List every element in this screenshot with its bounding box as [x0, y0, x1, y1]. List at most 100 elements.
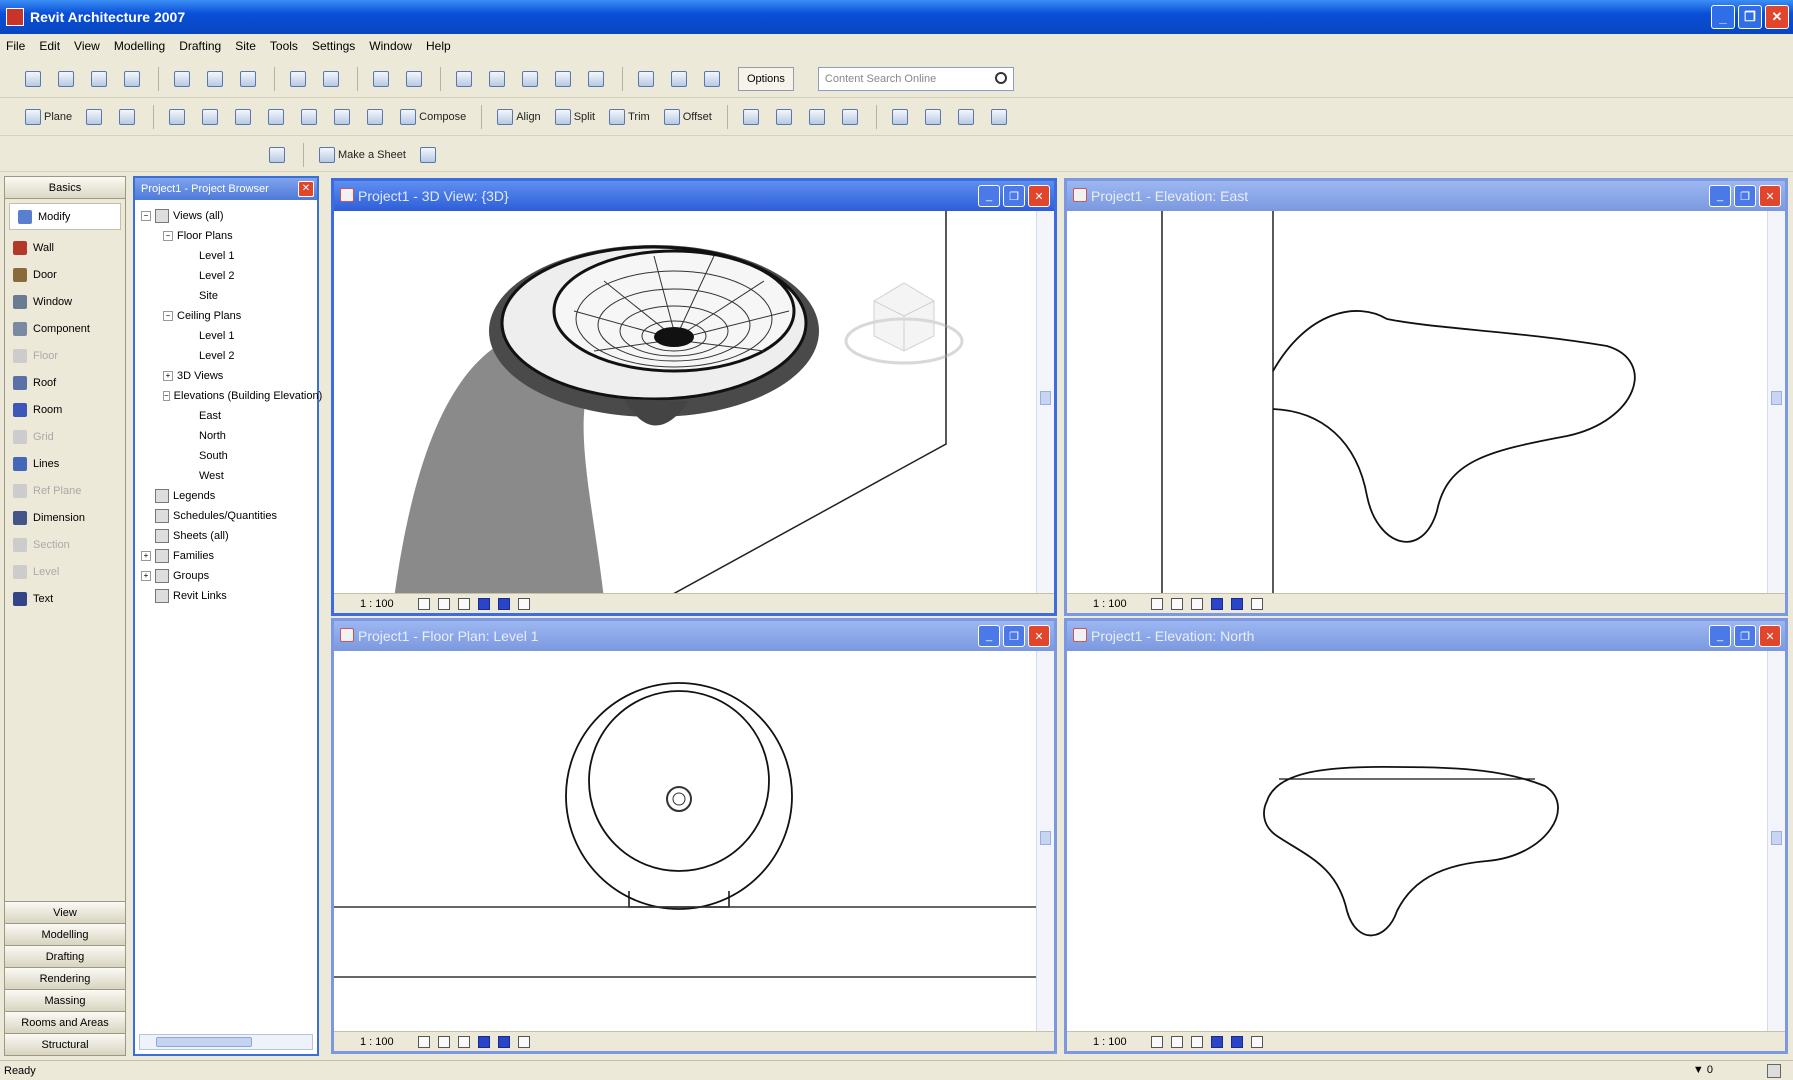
- close-view-button[interactable]: ✕: [1759, 185, 1781, 207]
- resize-icon[interactable]: [362, 104, 391, 130]
- tree-item[interactable]: Schedules/Quantities: [141, 506, 317, 526]
- model-graphics-icon[interactable]: [437, 1035, 450, 1048]
- render-icon[interactable]: [550, 66, 579, 92]
- tree-item[interactable]: Sheets (all): [141, 526, 317, 546]
- offset-button[interactable]: Offset: [659, 104, 717, 130]
- menu-site[interactable]: Site: [235, 39, 256, 53]
- detail-level-icon[interactable]: [1150, 597, 1163, 610]
- minimize-view-button[interactable]: _: [1709, 185, 1731, 207]
- revit-app-icon[interactable]: [6, 8, 24, 26]
- unpin-icon[interactable]: [920, 104, 949, 130]
- design-bar-item-dimension[interactable]: Dimension: [5, 504, 125, 531]
- editing-requests-icon[interactable]: [699, 66, 728, 92]
- minimize-button[interactable]: _: [1711, 5, 1735, 29]
- vertical-scrollbar[interactable]: [1767, 211, 1785, 593]
- design-bar-tab-structural[interactable]: Structural: [5, 1033, 125, 1055]
- tag-icon[interactable]: [401, 66, 430, 92]
- split-button[interactable]: Split: [550, 104, 600, 130]
- tree-item[interactable]: South: [141, 446, 317, 466]
- menu-settings[interactable]: Settings: [312, 39, 355, 53]
- undo-icon[interactable]: [285, 66, 314, 92]
- compose-button[interactable]: Compose: [395, 104, 471, 130]
- crop-view-icon[interactable]: [1210, 597, 1223, 610]
- minimize-view-button[interactable]: _: [978, 185, 1000, 207]
- design-bar-item-wall[interactable]: Wall: [5, 234, 125, 261]
- copy-to-clipboard-icon[interactable]: [738, 104, 767, 130]
- expand-icon[interactable]: +: [141, 551, 151, 561]
- trim-button[interactable]: Trim: [604, 104, 655, 130]
- array-icon[interactable]: [329, 104, 358, 130]
- menu-modelling[interactable]: Modelling: [114, 39, 165, 53]
- draw-button[interactable]: [415, 142, 444, 168]
- maximize-view-button[interactable]: ❐: [1003, 625, 1025, 647]
- vertical-scrollbar[interactable]: [1036, 211, 1054, 593]
- view-floor-plan[interactable]: Project1 - Floor Plan: Level 1 _ ❐ ✕ 1 :…: [331, 618, 1057, 1054]
- scale-label[interactable]: 1 : 100: [360, 1036, 394, 1048]
- new-file-icon[interactable]: [20, 66, 49, 92]
- design-bar-tab-drafting[interactable]: Drafting: [5, 945, 125, 967]
- paste-aligned-icon[interactable]: [771, 104, 800, 130]
- hide-isolate-icon[interactable]: [1250, 597, 1263, 610]
- group-icon[interactable]: [804, 104, 833, 130]
- design-bar-tab-view[interactable]: View: [5, 901, 125, 923]
- menu-tools[interactable]: Tools: [270, 39, 298, 53]
- worksets-icon[interactable]: [633, 66, 662, 92]
- tree-item[interactable]: Site: [141, 286, 317, 306]
- detail-level-icon[interactable]: [417, 597, 430, 610]
- model-graphics-icon[interactable]: [1170, 1035, 1183, 1048]
- design-bar-item-modify[interactable]: Modify: [9, 203, 121, 230]
- tree-item[interactable]: − Elevations (Building Elevation): [141, 386, 322, 406]
- design-bar-item-section[interactable]: Section: [5, 531, 125, 558]
- design-bar-item-text[interactable]: Text: [5, 585, 125, 612]
- design-bar-tab-rendering[interactable]: Rendering: [5, 967, 125, 989]
- detail-level-icon[interactable]: [417, 1035, 430, 1048]
- view-3d[interactable]: Project1 - 3D View: {3D} _ ❐ ✕ 1: 100: [331, 178, 1057, 616]
- design-bar-item-level[interactable]: Level: [5, 558, 125, 585]
- maximize-view-button[interactable]: ❐: [1003, 185, 1025, 207]
- pick-icon[interactable]: [197, 104, 226, 130]
- tree-item[interactable]: Level 2: [141, 346, 317, 366]
- design-bar-item-lines[interactable]: Lines: [5, 450, 125, 477]
- crop-view-icon[interactable]: [477, 1035, 490, 1048]
- make-a-sheet-button[interactable]: Make a Sheet: [314, 142, 411, 168]
- tree-item[interactable]: East: [141, 406, 317, 426]
- view-3d-canvas[interactable]: [334, 211, 1036, 593]
- vertical-scrollbar[interactable]: [1036, 651, 1054, 1031]
- vertical-scrollbar[interactable]: [1767, 651, 1785, 1031]
- tree-item[interactable]: Revit Links: [141, 586, 317, 606]
- shadows-icon[interactable]: [1190, 597, 1203, 610]
- search-icon[interactable]: [994, 71, 1007, 84]
- copy-icon[interactable]: [202, 66, 231, 92]
- pin-icon[interactable]: [887, 104, 916, 130]
- collapse-icon[interactable]: −: [163, 311, 173, 321]
- menu-view[interactable]: View: [74, 39, 100, 53]
- plane-button[interactable]: Plane: [20, 104, 77, 130]
- shadows-icon[interactable]: [1190, 1035, 1203, 1048]
- open-folder-icon[interactable]: [53, 66, 82, 92]
- minimize-view-button[interactable]: _: [978, 625, 1000, 647]
- type-selector-button[interactable]: [264, 142, 293, 168]
- design-bar-item-grid[interactable]: Grid: [5, 423, 125, 450]
- design-bar-item-roof[interactable]: Roof: [5, 369, 125, 396]
- save-icon[interactable]: [86, 66, 115, 92]
- filter-count[interactable]: ▼ 0: [1693, 1064, 1713, 1076]
- zoom-icon[interactable]: [451, 66, 480, 92]
- menu-window[interactable]: Window: [369, 39, 412, 53]
- minimize-view-button[interactable]: _: [1709, 625, 1731, 647]
- content-search-input[interactable]: Content Search Online: [817, 66, 1014, 91]
- view-east-canvas[interactable]: [1067, 211, 1767, 593]
- horizontal-scrollbar[interactable]: [139, 1034, 313, 1050]
- crop-view-icon[interactable]: [477, 597, 490, 610]
- tree-item[interactable]: +3D Views: [141, 366, 317, 386]
- color-icon[interactable]: [81, 104, 110, 130]
- design-bar-item-floor[interactable]: Floor: [5, 342, 125, 369]
- design-bar-tab-modelling[interactable]: Modelling: [5, 923, 125, 945]
- hide-isolate-icon[interactable]: [517, 1035, 530, 1048]
- options-button[interactable]: Options: [738, 66, 794, 91]
- scale-label[interactable]: 1 : 100: [360, 598, 394, 610]
- model-graphics-icon[interactable]: [1170, 597, 1183, 610]
- close-button[interactable]: ✕: [1765, 5, 1789, 29]
- tree-item[interactable]: + Groups: [141, 566, 317, 586]
- show-crop-icon[interactable]: [497, 597, 510, 610]
- detail-level-icon[interactable]: [1150, 1035, 1163, 1048]
